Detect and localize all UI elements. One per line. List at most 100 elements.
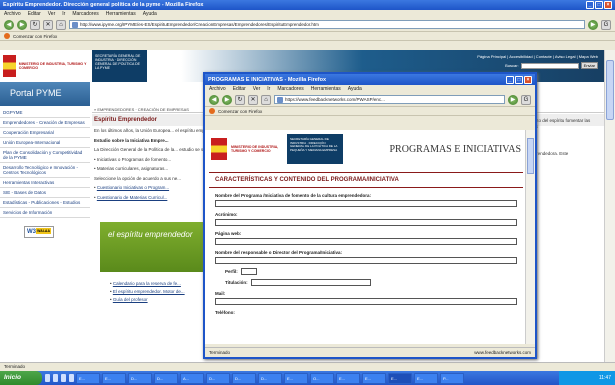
stop-icon[interactable]: ✕ (43, 19, 53, 30)
popup-menu-bar: Archivo Editar Ver Ir Marcadores Herrami… (205, 85, 535, 93)
minimize-button[interactable]: _ (586, 1, 594, 9)
perfil-select[interactable] (240, 268, 257, 275)
window-title: Espíritu Emprendedor. Dirección general … (3, 2, 204, 8)
espiritu-banner[interactable]: el espíritu emprendedor (100, 222, 210, 272)
popup-home-icon[interactable]: ⌂ (261, 94, 271, 105)
questionnaire-link-text[interactable]: Cuestionario Iniciativas o Program... (97, 185, 169, 190)
popup-close-button[interactable]: × (524, 75, 532, 84)
google-search-icon[interactable]: G (601, 19, 611, 30)
sidebar-item[interactable]: Herramientas Interactivas (0, 178, 90, 188)
taskbar-button[interactable]: D... (206, 372, 230, 384)
banner-link[interactable]: • Calendario para la reserva de fe... (110, 280, 185, 288)
taskbar-button[interactable]: D... (258, 372, 282, 384)
popup-maximize-button[interactable]: □ (515, 75, 523, 84)
banner-link[interactable]: • Guía del profesor (110, 296, 185, 304)
close-button[interactable]: × (604, 1, 612, 9)
popup-secretaria: SECRETARÍA GENERAL DE INDUSTRIA · DIRECC… (287, 134, 343, 164)
banner-link-text[interactable]: Calendario para la reserva de fe... (113, 281, 181, 286)
scroll-thumb[interactable] (606, 60, 614, 120)
popup-reload-icon[interactable]: ↻ (235, 94, 245, 105)
sidebar-item[interactable]: Desarrollo Tecnológico e Innovación - Ce… (0, 163, 90, 178)
taskbar-button[interactable]: D... (232, 372, 256, 384)
popup-scrollbar[interactable] (525, 130, 535, 344)
popup-menu-ayuda[interactable]: Ayuda (348, 86, 362, 92)
responsable-input[interactable] (215, 257, 517, 264)
popup-menu-marcadores[interactable]: Marcadores (277, 86, 303, 92)
acronimo-input[interactable] (215, 219, 517, 226)
popup-minimize-button[interactable]: _ (506, 75, 514, 84)
taskbar-button[interactable]: E... (76, 372, 100, 384)
menu-marcadores[interactable]: Marcadores (72, 11, 98, 17)
banner-link-text[interactable]: Guía del profesor (113, 297, 148, 302)
taskbar-button[interactable]: P... (440, 372, 464, 384)
main-scrollbar[interactable] (604, 50, 615, 362)
taskbar-button[interactable]: E... (284, 372, 308, 384)
taskbar-button[interactable]: E... (362, 372, 386, 384)
quicklaunch-icon[interactable] (45, 374, 50, 382)
sidebar-item[interactable]: Plan de Consolidación y Competitividad d… (0, 148, 90, 163)
search-input[interactable] (520, 62, 579, 69)
bookmark-comenzar[interactable]: Comenzar con Firefox (13, 34, 57, 39)
menu-archivo[interactable]: Archivo (4, 11, 21, 17)
search-button[interactable]: Enviar (580, 62, 598, 69)
web-input[interactable] (215, 238, 517, 245)
address-bar[interactable]: http://www.ipyme.org/IPYME/es-ES/Espirit… (69, 20, 585, 29)
home-icon[interactable]: ⌂ (56, 19, 66, 30)
nombre-input[interactable] (215, 200, 517, 207)
quicklaunch-icon[interactable] (61, 374, 66, 382)
banner-link-text[interactable]: El espíritu emprendedor. Motor de... (113, 289, 185, 294)
popup-google-icon[interactable]: G (521, 94, 531, 105)
menu-ver[interactable]: Ver (48, 11, 56, 17)
taskbar-button[interactable]: E... (388, 372, 412, 384)
forward-icon[interactable]: ▶ (17, 19, 27, 30)
popup-title: PROGRAMAS E INICIATIVAS - Mozilla Firefo… (208, 76, 327, 83)
popup-scroll-thumb[interactable] (527, 138, 534, 174)
quicklaunch-icon[interactable] (53, 374, 58, 382)
banner-links: • Calendario para la reserva de fe... • … (110, 280, 185, 304)
popup-stop-icon[interactable]: ✕ (248, 94, 258, 105)
nombre-label: Nombre del Programa /Iniciativa de fomen… (215, 193, 372, 198)
popup-address-bar[interactable]: https://www.feedbacknetworks.com/PWASP/e… (274, 95, 505, 104)
sidebar-item[interactable]: Estadísticas - Publicaciones - Estudios (0, 198, 90, 208)
maximize-button[interactable]: □ (595, 1, 603, 9)
popup-go-icon[interactable]: ▶ (508, 94, 518, 105)
sidebar-item[interactable]: Servicios de Información (0, 208, 90, 218)
go-icon[interactable]: ▶ (588, 19, 598, 30)
popup-menu-archivo[interactable]: Archivo (209, 86, 226, 92)
taskbar-button[interactable]: E... (336, 372, 360, 384)
quicklaunch-icon[interactable] (69, 374, 74, 382)
titulacion-input[interactable] (250, 279, 371, 286)
questionnaire-link-text[interactable]: Cuestionario de Materias Curricul... (97, 195, 168, 200)
menu-editar[interactable]: Editar (28, 11, 41, 17)
sidebar-item[interactable]: Emprendedores - Creación de Empresas (0, 118, 90, 128)
sidebar-item[interactable]: Unión Europea-Internacional (0, 138, 90, 148)
taskbar-button[interactable]: E... (414, 372, 438, 384)
sidebar-item[interactable]: DGPYME (0, 108, 90, 118)
popup-menu-editar[interactable]: Editar (233, 86, 246, 92)
back-icon[interactable]: ◀ (4, 19, 14, 30)
reload-icon[interactable]: ↻ (30, 19, 40, 30)
popup-back-icon[interactable]: ◀ (209, 94, 219, 105)
menu-ir[interactable]: Ir (62, 11, 65, 17)
bullet-text: Materias curriculares, asignaturas... (96, 166, 169, 171)
popup-menu-herramientas[interactable]: Herramientas (311, 86, 341, 92)
secretaria-label: SECRETARÍA GENERAL DE INDUSTRIA · DIRECC… (92, 50, 147, 82)
taskbar-button[interactable]: D... (128, 372, 152, 384)
taskbar-button[interactable]: E... (102, 372, 126, 384)
taskbar-button[interactable]: D... (154, 372, 178, 384)
popup-forward-icon[interactable]: ▶ (222, 94, 232, 105)
sidebar-item[interactable]: Cooperación Empresarial (0, 128, 90, 138)
sidebar-item[interactable]: SIE - Bases de Datos (0, 188, 90, 198)
mail-input[interactable] (215, 298, 517, 305)
responsable-label: Nombre del responsable o Director del Pr… (215, 250, 343, 255)
menu-herramientas[interactable]: Herramientas (106, 11, 136, 17)
w3c-badge[interactable]: W3C WAI-AA (24, 226, 54, 238)
start-button[interactable]: Inicio (0, 371, 42, 385)
popup-bookmark-comenzar[interactable]: Comenzar con Firefox (218, 109, 262, 114)
popup-menu-ir[interactable]: Ir (267, 86, 270, 92)
taskbar-button[interactable]: O... (310, 372, 334, 384)
popup-menu-ver[interactable]: Ver (253, 86, 261, 92)
menu-ayuda[interactable]: Ayuda (143, 11, 157, 17)
taskbar-button[interactable]: A... (180, 372, 204, 384)
banner-link[interactable]: • El espíritu emprendedor. Motor de... (110, 288, 185, 296)
